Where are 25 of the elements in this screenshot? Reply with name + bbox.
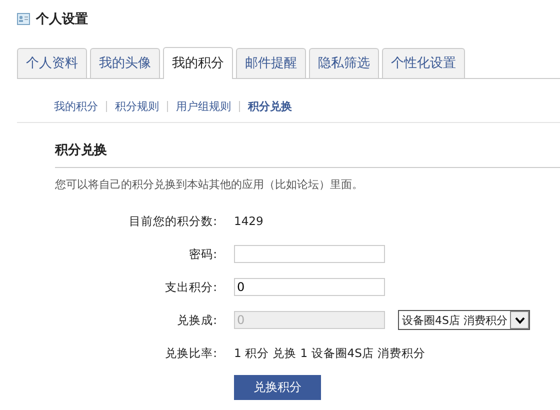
chevron-down-icon[interactable]	[510, 311, 530, 329]
field-label: 兑换比率:	[164, 346, 218, 360]
input-field[interactable]	[234, 245, 385, 263]
field-label: 密码:	[188, 246, 218, 262]
description: 您可以将自己的积分兑换到本站其他的应用（比如论坛）里面。	[54, 177, 364, 192]
subnav-link[interactable]: 积分兑换	[248, 98, 292, 114]
subnav-link[interactable]: 我的积分	[54, 98, 98, 114]
value-text: 1 积分 兑换 1 设备圈4S店 消费积分	[234, 346, 426, 360]
section-title: 积分兑换	[55, 141, 560, 168]
profile-card-icon	[17, 13, 30, 25]
field-label: 支出积分:	[164, 280, 218, 294]
subnav-link[interactable]: 用户组规则	[176, 98, 231, 114]
submit-button[interactable]: 兑换积分	[234, 375, 321, 400]
tab[interactable]: 我的头像	[90, 48, 160, 78]
subnav-link[interactable]: 积分规则	[115, 98, 159, 114]
tab[interactable]: 隐私筛选	[309, 48, 379, 78]
page-title: 个人设置	[36, 11, 88, 28]
tab[interactable]: 个人资料	[17, 48, 87, 78]
input-field[interactable]: 0	[234, 278, 385, 296]
tab[interactable]: 我的积分	[163, 47, 233, 79]
tab[interactable]: 个性化设置	[382, 48, 465, 78]
value-text: 1429	[234, 214, 264, 228]
field-label: 目前您的积分数:	[128, 214, 218, 228]
field-label: 兑换成:	[176, 312, 218, 328]
tab[interactable]: 邮件提醒	[236, 48, 306, 78]
